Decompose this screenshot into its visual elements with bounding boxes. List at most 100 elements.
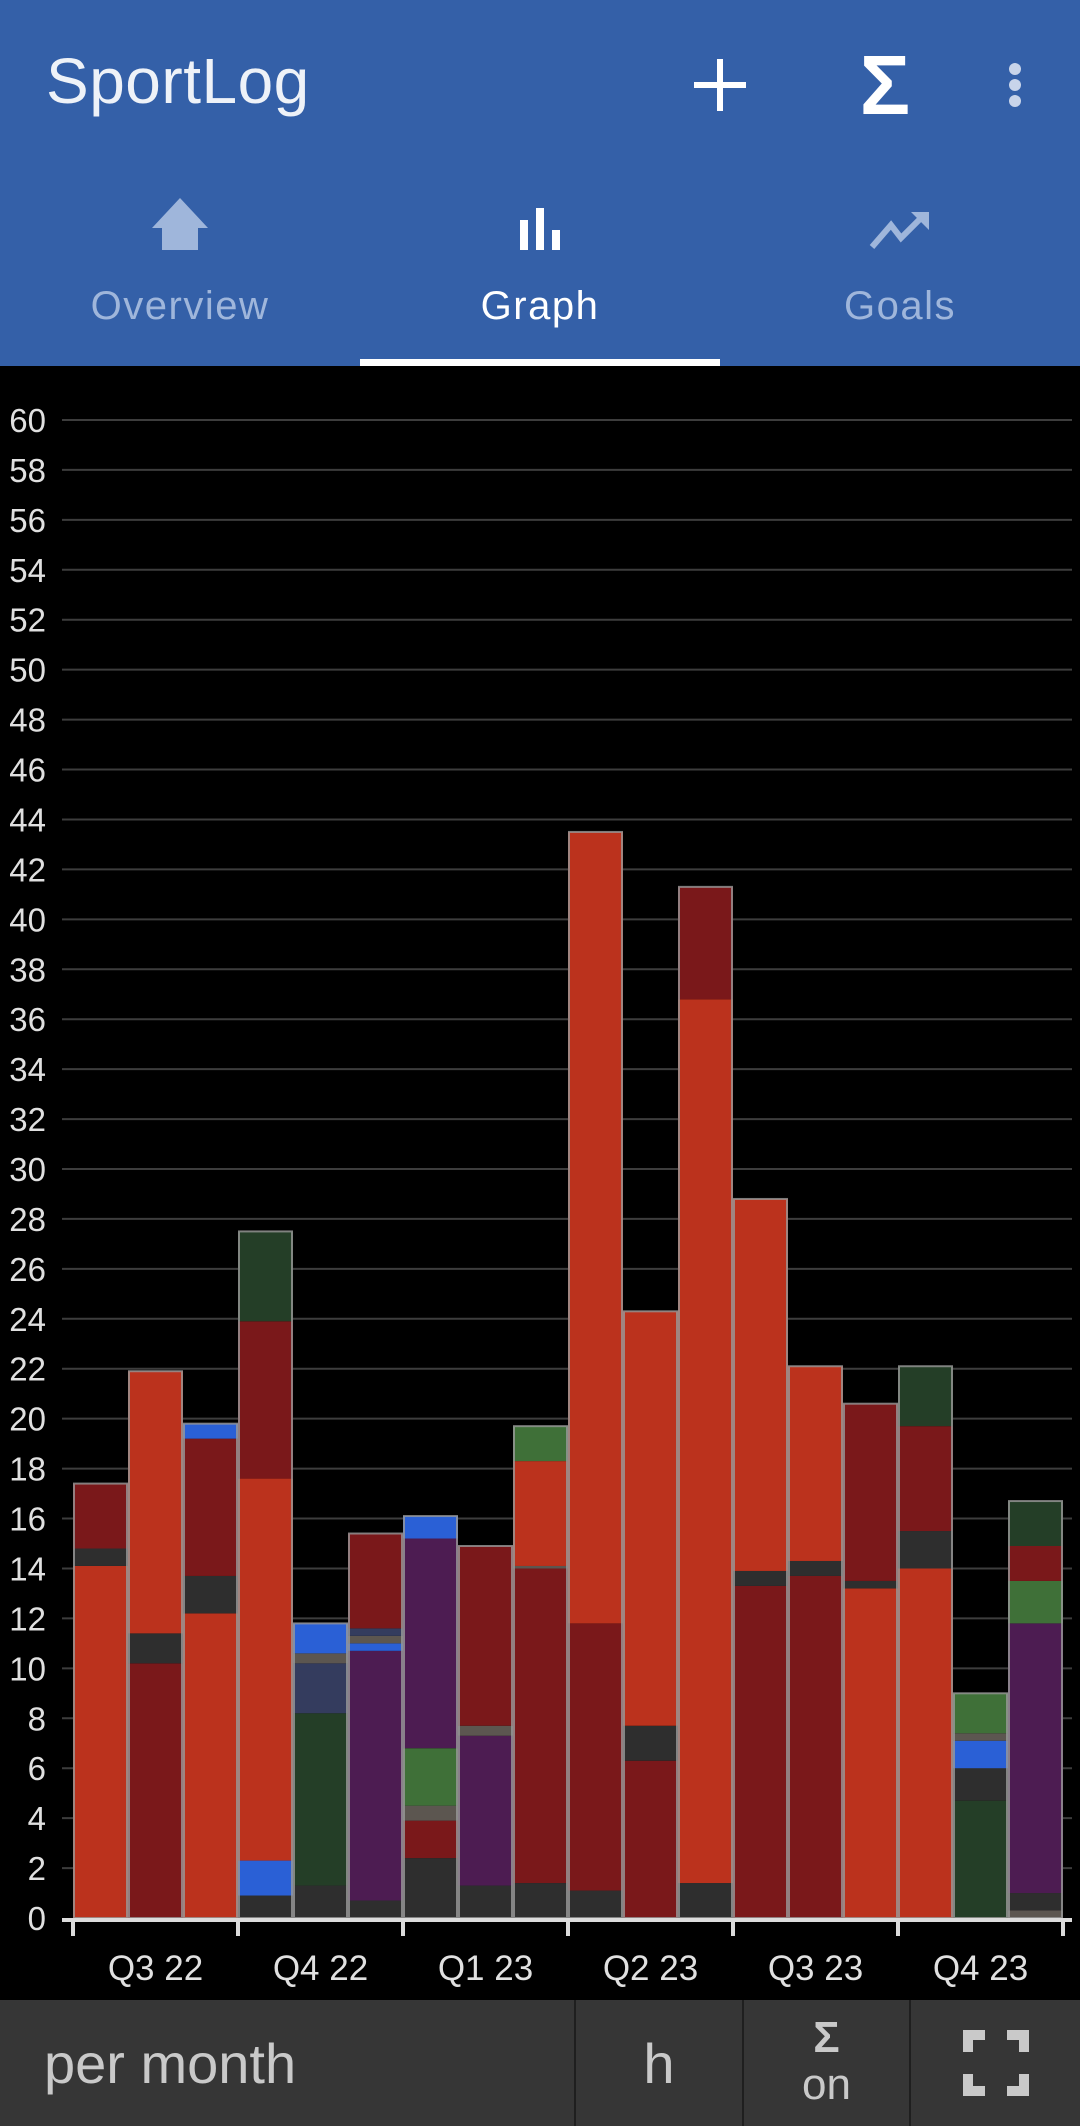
bar-segment-blue (348, 1643, 403, 1651)
sum-button[interactable]: Σ (840, 40, 930, 130)
unit-selector[interactable]: h (576, 2000, 744, 2126)
bar-segment-purple (458, 1735, 513, 1886)
bar-segment-darkred (183, 1438, 238, 1576)
y-tick-label: 46 (9, 752, 46, 789)
y-tick-label: 50 (9, 652, 46, 689)
bar-segment-darkgreen (898, 1366, 953, 1427)
bar-segment-darkred (348, 1533, 403, 1629)
bottom-toolbar: per month h Σ on (0, 2000, 1080, 2126)
y-tick-label: 60 (9, 402, 46, 439)
y-tick-label: 22 (9, 1351, 46, 1388)
bar-segment-gray (843, 1580, 898, 1589)
bar-segment-purple (348, 1650, 403, 1901)
y-tick-label: 28 (9, 1201, 46, 1238)
y-tick-label: 52 (9, 602, 46, 639)
bar-segment-darkred (238, 1321, 293, 1479)
y-tick-label: 8 (28, 1700, 46, 1737)
bar-segment-darkgreen (238, 1231, 293, 1322)
bar-segment-darkred (513, 1568, 568, 1884)
bar-segment-blue (183, 1423, 238, 1439)
bar-segment-gray (238, 1895, 293, 1918)
tab-overview[interactable]: Overview (0, 176, 360, 366)
bar-segment-taupe (348, 1635, 403, 1644)
y-tick-label: 0 (28, 1900, 46, 1937)
y-tick-label: 36 (9, 1001, 46, 1038)
bar-segment-blue (403, 1516, 458, 1539)
bar-segment-darkred (733, 1585, 788, 1918)
bar-segment-taupe (458, 1725, 513, 1736)
bar-segment-gray (788, 1560, 843, 1576)
bar-segment-green (1008, 1580, 1063, 1624)
chart-canvas: 0246810121416182022242628303234363840424… (9, 402, 1072, 1988)
x-tick-label: Q4 22 (273, 1949, 368, 1988)
y-tick-label: 2 (28, 1850, 46, 1887)
bar-segment-darkred (568, 1623, 623, 1891)
bar-segment-green (403, 1748, 458, 1806)
x-tick-label: Q4 23 (933, 1949, 1028, 1988)
bar-segment-orange (238, 1478, 293, 1861)
bar-segment-orange (678, 999, 733, 1884)
bar-segment-darkred (623, 1760, 678, 1918)
bar-segment-gray (348, 1900, 403, 1918)
bar-segment-gray (1008, 1893, 1063, 1911)
bar-chart-icon (520, 208, 560, 250)
stacked-bar-chart[interactable]: 0 2 4 6 8 10 12 14 16 18 20 22 24 26 28 30 32 34 36 38 40 42 4… (0, 366, 1080, 2000)
tab-overview-label: Overview (90, 284, 270, 328)
bar-segment-darkred (403, 1820, 458, 1859)
period-selector[interactable]: per month (0, 2000, 576, 2126)
bar-segment-gray (953, 1768, 1008, 1801)
bar-segment-orange (513, 1461, 568, 1566)
bar-segment-darkred (73, 1483, 128, 1549)
bar-segment-taupe (403, 1805, 458, 1821)
bar-segment-gray (293, 1885, 348, 1918)
bar-segment-purple (1008, 1623, 1063, 1894)
more-vert-icon (1009, 63, 1021, 107)
bar-segment-darkred (788, 1575, 843, 1918)
bar-segment-darkgreen (293, 1713, 348, 1886)
bar-segment-gray (128, 1633, 183, 1664)
bar-segment-gray (733, 1570, 788, 1586)
y-tick-label: 26 (9, 1251, 46, 1288)
y-tick-label: 42 (9, 851, 46, 888)
bar-segment-darkred (678, 886, 733, 1000)
y-tick-label: 12 (9, 1600, 46, 1637)
y-tick-label: 34 (9, 1051, 46, 1088)
bar-segment-green (513, 1426, 568, 1462)
sum-toggle[interactable]: Σ on (744, 2000, 911, 2126)
bar-segment-taupe (293, 1653, 348, 1664)
fullscreen-button[interactable] (911, 2000, 1080, 2126)
bar-segment-orange (128, 1371, 183, 1634)
tab-graph[interactable]: Graph (360, 176, 720, 366)
x-tick-label: Q3 22 (108, 1949, 203, 1988)
y-tick-label: 54 (9, 552, 46, 589)
bar-segment-darkred (128, 1663, 183, 1918)
add-button[interactable] (680, 40, 760, 130)
x-tick-label: Q3 23 (768, 1949, 863, 1988)
y-tick-label: 4 (28, 1800, 46, 1837)
bar-segment-darkgreen (1008, 1501, 1063, 1546)
y-tick-label: 48 (9, 702, 46, 739)
more-options-button[interactable] (990, 40, 1040, 130)
bar-segment-orange (568, 831, 623, 1624)
tab-goals[interactable]: Goals (720, 176, 1080, 366)
tab-bar: Overview Graph Goals (0, 176, 1080, 366)
bar-segment-gray (568, 1890, 623, 1918)
bar-segment-orange (183, 1613, 238, 1918)
y-tick-label: 20 (9, 1401, 46, 1438)
tab-graph-label: Graph (480, 284, 600, 328)
bar-segment-orange (788, 1366, 843, 1561)
home-icon (152, 198, 208, 250)
bar-segment-darkred (843, 1403, 898, 1581)
bar-segment-gray (403, 1858, 458, 1918)
bar-segment-green (953, 1693, 1008, 1734)
fullscreen-icon (962, 2030, 1029, 2096)
bar-segment-gray (513, 1883, 568, 1918)
bar-segment-blue (953, 1740, 1008, 1769)
bar-segment-gray (898, 1531, 953, 1569)
bar-segment-darkred (1008, 1545, 1063, 1581)
tab-goals-label: Goals (844, 284, 956, 328)
unit-label: h (643, 2031, 675, 2095)
y-tick-label: 10 (9, 1650, 46, 1687)
y-tick-label: 58 (9, 452, 46, 489)
y-tick-label: 40 (9, 901, 46, 938)
